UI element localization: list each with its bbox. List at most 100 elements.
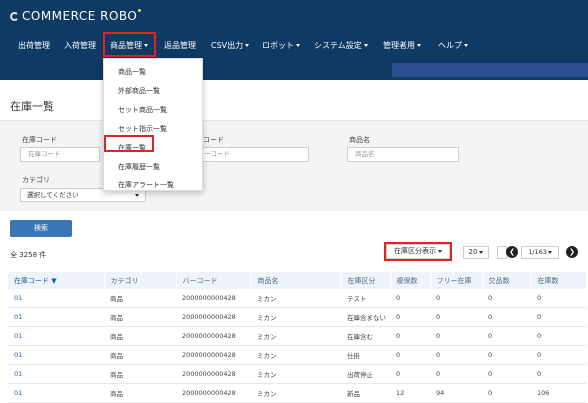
col-stock-type[interactable]: 在庫区分	[341, 272, 391, 289]
nav-csv-export[interactable]: CSV出力	[211, 38, 250, 54]
nav-admin-label: 管理者用	[383, 41, 415, 50]
cell-stock-code[interactable]: 01	[8, 307, 104, 327]
cell-product-name: ミカン	[251, 289, 341, 308]
cell-shortage: 0	[482, 364, 531, 384]
product-name-input[interactable]: 商品名	[347, 147, 459, 162]
logo-icon	[10, 12, 19, 21]
nav-shipping-label: 出荷管理	[18, 41, 50, 50]
col-reserved[interactable]: 複保数	[390, 272, 431, 289]
top-header: COMMERCE ROBO 出荷管理 入荷管理 商品管理 返品管理 CSV出力 …	[0, 0, 588, 80]
cell-category: 商品	[104, 307, 176, 327]
cell-shortage: 0	[482, 289, 531, 308]
cell-stock-type: 仕掛	[341, 345, 390, 365]
per-page-value: 20	[468, 248, 478, 256]
cell-shortage: 0	[482, 326, 531, 346]
chevron-down-icon	[464, 44, 468, 47]
cell-product-name: ミカン	[251, 326, 341, 346]
cell-reserved: 0	[390, 345, 430, 365]
prev-page-icon[interactable]: ❮	[506, 246, 518, 258]
nav-products-highlight	[103, 32, 156, 57]
menu-item-product-list[interactable]: 商品一覧	[118, 67, 146, 77]
cell-category: 商品	[104, 289, 176, 308]
cell-reserved: 0	[390, 364, 430, 384]
cell-stock-code[interactable]: 01	[8, 326, 104, 346]
cell-barcode: 2000000000428	[176, 345, 251, 365]
chevron-down-icon	[479, 250, 484, 254]
menu-item-stock-history[interactable]: 在庫履歴一覧	[118, 162, 160, 172]
cell-barcode: 2000000000428	[176, 364, 251, 384]
cell-stock-type: 在庫含む	[341, 326, 390, 346]
cell-product-name: ミカン	[251, 345, 341, 365]
cell-category: 商品	[104, 364, 176, 384]
result-count: 全 3258 件	[10, 251, 47, 259]
cell-free-stock: 0	[430, 289, 482, 308]
table-row[interactable]: 01 商品 2000000000428 ミカン 在庫含まない 0 0 0 0	[8, 307, 586, 327]
nav-admin[interactable]: 管理者用	[383, 38, 421, 54]
cell-product-name: ミカン	[251, 364, 341, 384]
table-header-row: 在庫コード ▼ カテゴリ バーコード 商品名 在庫区分 複保数 フリー在庫 欠品…	[8, 272, 587, 289]
app-logo[interactable]: COMMERCE ROBO	[10, 9, 142, 23]
cell-shortage: 0	[482, 345, 531, 365]
nav-robot[interactable]: ロボット	[262, 38, 300, 54]
cell-product-name: ミカン	[251, 307, 341, 327]
menu-item-external-products[interactable]: 外部商品一覧	[118, 86, 160, 96]
product-menu-dropdown: 商品一覧 外部商品一覧 セット商品一覧 セット指示一覧 在庫一覧 在庫履歴一覧 …	[103, 58, 203, 191]
logo-text: COMMERCE ROBO	[22, 9, 138, 23]
col-free-stock[interactable]: フリー在庫	[430, 272, 483, 289]
barcode-label: コード	[203, 136, 224, 144]
category-label: カテゴリ	[22, 176, 50, 184]
nav-system-settings[interactable]: システム設定	[314, 38, 368, 54]
nav-help[interactable]: ヘルプ	[438, 38, 468, 54]
cell-stock-qty: 0	[531, 307, 586, 327]
page-indicator[interactable]: 1/163	[521, 246, 559, 259]
table-row[interactable]: 01 商品 2000000000428 ミカン テスト 0 0 0 0	[8, 289, 586, 308]
col-barcode[interactable]: バーコード	[176, 272, 252, 289]
menu-item-set-instructions[interactable]: セット指示一覧	[118, 124, 167, 134]
col-shortage[interactable]: 欠品数	[482, 272, 532, 289]
menu-item-stock-alerts[interactable]: 在庫アラート一覧	[118, 180, 174, 190]
menu-item-set-products[interactable]: セット商品一覧	[118, 105, 167, 115]
header-search-field[interactable]	[392, 63, 588, 77]
cell-stock-qty: 0	[531, 345, 586, 365]
cell-stock-qty: 0	[531, 326, 586, 346]
stock-code-input[interactable]: 在庫コード	[20, 147, 100, 162]
cell-reserved: 0	[390, 307, 430, 327]
product-name-label: 商品名	[349, 136, 370, 144]
stock-code-label: 在庫コード	[22, 136, 57, 144]
nav-help-label: ヘルプ	[438, 41, 462, 50]
search-button[interactable]: 検索	[10, 220, 72, 237]
table-row[interactable]: 01 商品 2000000000428 ミカン 在庫含む 0 0 0 0	[8, 326, 586, 346]
nav-shipping[interactable]: 出荷管理	[18, 38, 50, 54]
table-row[interactable]: 01 商品 2000000000428 ミカン 仕掛 0 0 0 0	[8, 345, 586, 365]
cell-stock-code[interactable]: 01	[8, 364, 104, 384]
stock-type-view-highlight	[384, 242, 452, 261]
next-page-icon[interactable]: ❯	[566, 246, 578, 258]
cell-stock-type: テスト	[341, 289, 390, 308]
cell-reserved: 0	[390, 326, 430, 346]
cell-category: 商品	[104, 345, 176, 365]
page-indicator-text: 1/163	[528, 248, 547, 256]
cell-barcode: 2000000000428	[176, 326, 251, 346]
col-category[interactable]: カテゴリ	[104, 272, 177, 289]
search-panel: 在庫コード 在庫コード コード ーコード 商品名 商品名 カテゴリ 選択してくだ…	[0, 120, 588, 211]
cell-barcode: 2000000000428	[176, 307, 251, 327]
cell-stock-qty: 0	[531, 364, 586, 384]
cell-reserved: 0	[390, 289, 430, 308]
table-row[interactable]: 01 商品 2000000000428 ミカン 出荷停止 0 0 0 0	[8, 364, 586, 384]
nav-receiving[interactable]: 入荷管理	[64, 38, 96, 54]
logo-dot-icon	[138, 9, 142, 12]
cell-barcode: 2000000000428	[176, 289, 251, 308]
chevron-down-icon	[245, 44, 250, 47]
category-select-value: 選択してください	[27, 191, 79, 199]
col-stock-qty[interactable]: 在庫数	[531, 272, 587, 289]
nav-system-settings-label: システム設定	[314, 41, 362, 50]
cell-stock-code[interactable]: 01	[8, 289, 104, 308]
cell-stock-code[interactable]: 01	[8, 345, 104, 365]
nav-returns-label: 返品管理	[164, 41, 196, 50]
page-title: 在庫一覧	[10, 100, 54, 113]
col-product-name[interactable]: 商品名	[251, 272, 342, 289]
nav-returns[interactable]: 返品管理	[164, 38, 196, 54]
col-stock-code[interactable]: 在庫コード ▼	[8, 272, 105, 289]
barcode-input[interactable]: ーコード	[197, 147, 309, 162]
per-page-select[interactable]: 20	[463, 246, 489, 259]
